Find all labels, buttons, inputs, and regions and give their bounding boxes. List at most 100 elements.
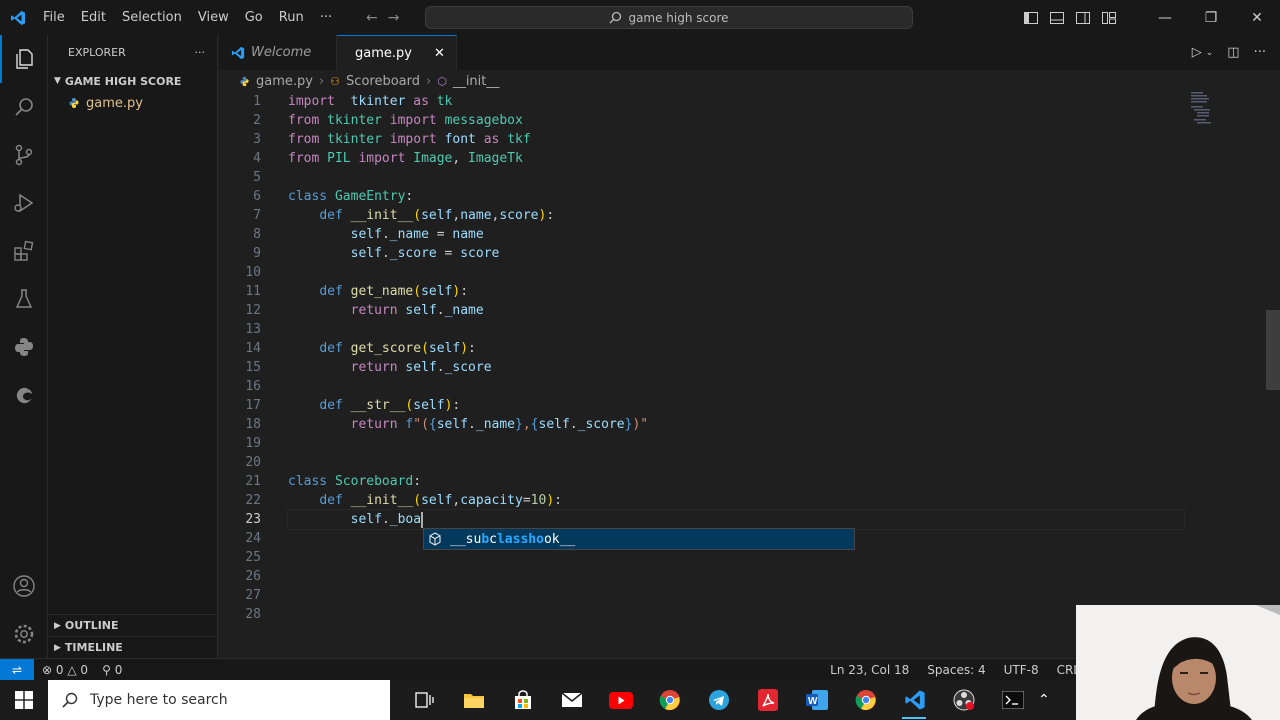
youtube-icon[interactable] [596, 680, 645, 720]
explorer-icon[interactable] [0, 35, 48, 83]
task-view-icon[interactable] [400, 680, 449, 720]
breadcrumb-method[interactable]: __init__ [453, 74, 500, 89]
file-game-py[interactable]: game.py [48, 92, 217, 114]
code-line[interactable] [288, 567, 1188, 586]
menu-more[interactable]: ··· [312, 0, 340, 35]
code-line[interactable]: from tkinter import messagebox [288, 111, 1188, 130]
code-line[interactable] [288, 377, 1188, 396]
close-tab-icon[interactable]: ✕ [434, 46, 445, 61]
code-line[interactable] [288, 453, 1188, 472]
chrome-icon[interactable] [645, 680, 694, 720]
timeline-section[interactable]: ▶ TIMELINE [48, 636, 218, 658]
run-python-file-icon[interactable]: ▷ [1192, 45, 1202, 60]
code-line[interactable]: return self._name [288, 301, 1188, 320]
python-icon[interactable] [0, 323, 48, 371]
explorer-more-actions[interactable]: ··· [195, 46, 206, 59]
microsoft-store-icon[interactable] [498, 680, 547, 720]
folder-game-high-score[interactable]: ▼ GAME HIGH SCORE [48, 70, 217, 92]
accounts-icon[interactable] [0, 562, 48, 610]
terminal-icon[interactable] [988, 680, 1037, 720]
minimap[interactable] [1189, 92, 1249, 132]
command-center-search[interactable]: game high score [425, 6, 913, 29]
menu-view[interactable]: View [190, 0, 237, 35]
autocomplete-suggestion-widget[interactable]: __subclasshook__ [423, 528, 855, 550]
code-token: get_name [350, 284, 414, 299]
toggle-secondary-sidebar-icon[interactable] [1070, 0, 1096, 35]
code-line[interactable] [288, 320, 1188, 339]
code-line[interactable]: def __str__(self): [288, 396, 1188, 415]
vscode-logo-icon [231, 46, 245, 59]
code-line[interactable]: class Scoreboard: [288, 472, 1188, 491]
telegram-icon[interactable] [694, 680, 743, 720]
forward-arrow-icon[interactable]: → [388, 10, 400, 26]
code-editor[interactable]: 1 2 3 4 5 6 7 8 9 10 11 12 13 14 15 16 17 18 19 20 21 22 23 24 2… [219, 92, 1280, 658]
windows-start-icon[interactable] [0, 680, 48, 720]
indentation[interactable]: Spaces: 4 [927, 663, 985, 677]
code-line[interactable]: from PIL import Image, ImageTk [288, 149, 1188, 168]
tab-game-py[interactable]: game.py ✕ [337, 35, 457, 70]
split-editor-icon[interactable]: ◫ [1227, 45, 1239, 60]
close-window-icon[interactable]: ✕ [1234, 0, 1280, 35]
code-line[interactable]: self._name = name [288, 225, 1188, 244]
encoding[interactable]: UTF-8 [1004, 663, 1039, 677]
toggle-sidebar-icon[interactable] [1018, 0, 1044, 35]
show-hidden-icons-chevron-icon[interactable]: ⌃ [1038, 692, 1050, 708]
tab-welcome[interactable]: Welcome [219, 35, 337, 70]
acrobat-icon[interactable] [743, 680, 792, 720]
menu-edit[interactable]: Edit [73, 0, 114, 35]
extensions-icon[interactable] [0, 227, 48, 275]
chrome-icon[interactable] [841, 680, 890, 720]
ports-status[interactable]: ⚲ 0 [102, 663, 122, 677]
more-actions-icon[interactable]: ··· [1254, 45, 1266, 60]
file-explorer-icon[interactable] [449, 680, 498, 720]
code-line[interactable]: return self._score [288, 358, 1188, 377]
menu-run[interactable]: Run [271, 0, 312, 35]
remote-indicator-icon[interactable]: ⇌ [0, 658, 34, 681]
code-line[interactable] [288, 168, 1188, 187]
code-line[interactable]: def get_score(self): [288, 339, 1188, 358]
code-line[interactable] [288, 605, 1188, 624]
code-line[interactable]: def __init__(self,name,score): [288, 206, 1188, 225]
breadcrumb-file[interactable]: game.py [256, 74, 313, 89]
menu-go[interactable]: Go [237, 0, 271, 35]
search-icon[interactable] [0, 83, 48, 131]
minimize-icon[interactable]: — [1142, 0, 1188, 35]
mail-icon[interactable] [547, 680, 596, 720]
taskbar-search-box[interactable]: Type here to search [48, 680, 390, 720]
vscode-taskbar-icon[interactable] [890, 680, 939, 720]
code-line[interactable]: self._score = score [288, 244, 1188, 263]
problems-status[interactable]: ⊗ 0 △ 0 [42, 663, 88, 677]
code-line[interactable]: def get_name(self): [288, 282, 1188, 301]
word-icon[interactable]: W [792, 680, 841, 720]
chevron-down-icon[interactable]: ⌄ [1206, 48, 1214, 58]
code-line[interactable]: class GameEntry: [288, 187, 1188, 206]
code-line[interactable] [288, 586, 1188, 605]
restore-icon[interactable]: ❐ [1188, 0, 1234, 35]
line-number: 12 [245, 303, 261, 318]
code-line[interactable] [288, 434, 1188, 453]
outline-section[interactable]: ▶ OUTLINE [48, 614, 218, 636]
run-debug-icon[interactable] [0, 179, 48, 227]
edge-devtools-icon[interactable] [0, 371, 48, 419]
menu-file[interactable]: File [35, 0, 73, 35]
code-line[interactable]: return f"({self._name},{self._score})" [288, 415, 1188, 434]
breadcrumb-class[interactable]: Scoreboard [346, 74, 420, 89]
scrollbar-thumb[interactable] [1266, 310, 1280, 390]
menu-selection[interactable]: Selection [114, 0, 190, 35]
obs-recorder-icon[interactable] [939, 680, 988, 720]
editor-scrollbar[interactable] [1266, 92, 1280, 658]
settings-gear-icon[interactable] [0, 610, 48, 658]
suggestion-item[interactable]: __subclasshook__ [424, 529, 854, 549]
code-line[interactable]: self._boa [287, 509, 1185, 530]
code-line[interactable]: def __init__(self,capacity=10): [288, 491, 1188, 510]
code-line[interactable]: import tkinter as tk [288, 92, 1188, 111]
code-line[interactable] [288, 263, 1188, 282]
source-control-icon[interactable] [0, 131, 48, 179]
back-arrow-icon[interactable]: ← [366, 10, 378, 26]
customize-layout-icon[interactable] [1096, 0, 1122, 35]
testing-icon[interactable] [0, 275, 48, 323]
code-line[interactable] [288, 548, 1188, 567]
cursor-position[interactable]: Ln 23, Col 18 [830, 663, 909, 677]
toggle-panel-icon[interactable] [1044, 0, 1070, 35]
code-line[interactable]: from tkinter import font as tkf [288, 130, 1188, 149]
